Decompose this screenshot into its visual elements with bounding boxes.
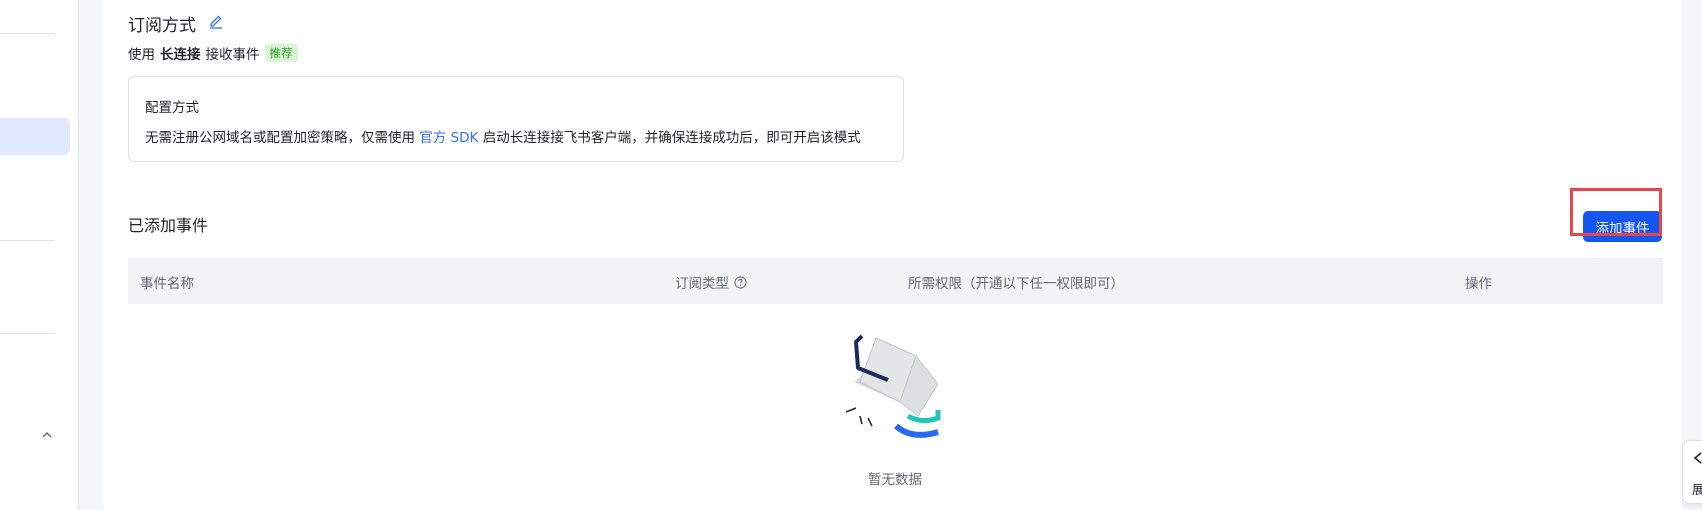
sidebar-divider xyxy=(0,33,54,34)
sdk-link[interactable]: 官方 SDK xyxy=(419,130,478,146)
chevron-up-icon[interactable] xyxy=(40,428,54,442)
config-description: 无需注册公网域名或配置加密策略，仅需使用 官方 SDK 启动长连接接飞书客户端，… xyxy=(145,126,861,146)
sidebar xyxy=(0,0,79,510)
subscription-title: 订阅方式 xyxy=(128,16,196,36)
recommend-tag: 推荐 xyxy=(264,44,298,62)
chevron-left-icon[interactable] xyxy=(1692,451,1702,465)
column-subscription-type-label: 订阅类型 xyxy=(675,276,729,292)
config-desc-text: 无需注册公网域名或配置加密策略，仅需使用 xyxy=(145,130,415,146)
subscription-mode: 使用 长连接 接收事件 推荐 xyxy=(128,43,298,63)
content-gutter-right xyxy=(1682,0,1702,510)
column-action-label: 操作 xyxy=(1465,276,1492,292)
column-permission-label: 所需权限（开通以下任一权限即可） xyxy=(908,276,1124,292)
edit-icon[interactable] xyxy=(208,13,224,29)
column-subscription-type: 订阅类型 xyxy=(675,272,747,292)
mode-suffix: 接收事件 xyxy=(205,47,260,63)
column-permission: 所需权限（开通以下任一权限即可） xyxy=(908,272,1124,292)
config-title: 配置方式 xyxy=(145,100,199,116)
mode-name: 长连接 xyxy=(160,47,201,63)
floating-panel-label: 展 xyxy=(1692,482,1702,497)
column-event-name: 事件名称 xyxy=(140,272,194,292)
column-action: 操作 xyxy=(1465,272,1492,292)
floating-expand-panel[interactable]: 展 xyxy=(1682,440,1702,504)
highlight-box xyxy=(1570,188,1662,236)
content-gutter xyxy=(79,0,103,510)
sidebar-divider xyxy=(0,240,54,241)
empty-state-text: 暂无数据 xyxy=(868,472,922,488)
empty-box-illustration xyxy=(845,334,941,438)
column-event-name-label: 事件名称 xyxy=(140,276,194,292)
help-icon[interactable] xyxy=(734,275,747,289)
config-box: 配置方式 无需注册公网域名或配置加密策略，仅需使用 官方 SDK 启动长连接接飞… xyxy=(128,76,904,162)
config-desc-text-after: 启动长连接接飞书客户端，并确保连接成功后，即可开启该模式 xyxy=(482,130,861,146)
sidebar-item-active[interactable] xyxy=(0,118,70,155)
added-events-title: 已添加事件 xyxy=(128,216,209,235)
mode-prefix: 使用 xyxy=(128,47,155,63)
events-table-header: 事件名称 订阅类型 所需权限（开通以下任一权限即可） 操作 xyxy=(128,258,1663,304)
sidebar-divider xyxy=(0,333,54,334)
